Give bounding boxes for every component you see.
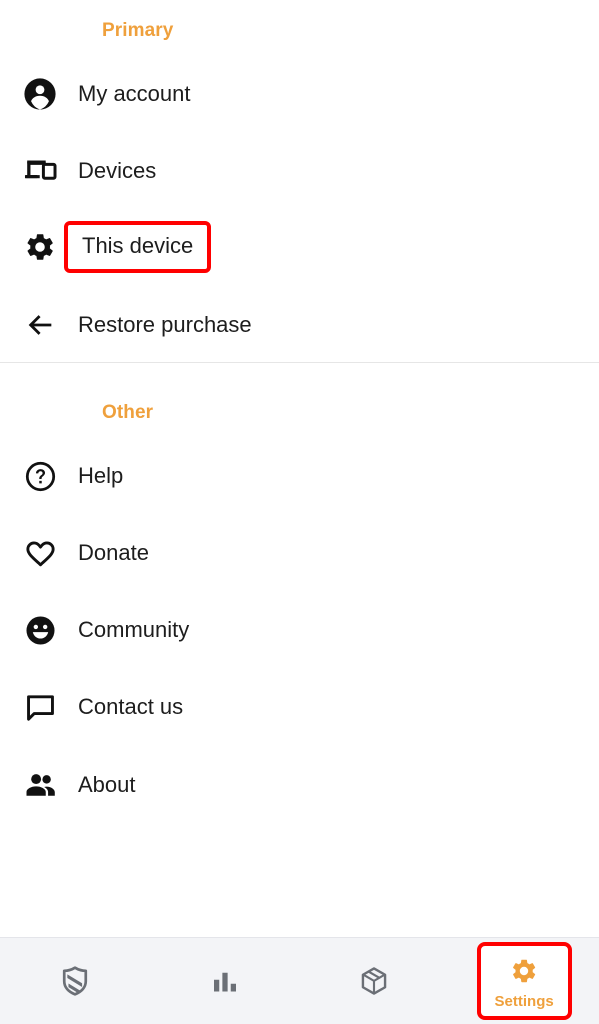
gear-icon (18, 225, 62, 269)
section-header-primary: Primary (102, 20, 174, 41)
nav-tab-label: Settings (494, 993, 554, 1010)
menu-item-restore-purchase[interactable]: Restore purchase (0, 299, 599, 351)
account-circle-icon (18, 72, 62, 116)
nav-tab-statistics[interactable] (150, 938, 300, 1024)
menu-item-label: About (78, 772, 136, 797)
nav-tab-settings[interactable]: Settings (449, 938, 599, 1024)
app-screen: Primary My account Devices This device R… (0, 0, 599, 1024)
heart-icon (18, 531, 62, 575)
menu-item-help[interactable]: Help (0, 450, 599, 502)
smiley-face-icon (18, 608, 62, 652)
menu-item-my-account[interactable]: My account (0, 68, 599, 120)
nav-tab-apps[interactable] (300, 938, 450, 1024)
menu-item-label: Help (78, 463, 124, 488)
menu-item-label: This device (64, 221, 212, 273)
devices-icon (18, 149, 62, 193)
section-divider (0, 362, 599, 363)
help-circle-icon (18, 454, 62, 498)
menu-item-label: My account (78, 81, 191, 106)
menu-item-about[interactable]: About (0, 759, 599, 811)
bar-chart-icon (210, 962, 240, 1000)
menu-item-donate[interactable]: Donate (0, 527, 599, 579)
menu-item-label: Donate (78, 540, 149, 565)
menu-item-label: Community (78, 617, 190, 642)
nav-tab-protection[interactable] (0, 938, 150, 1024)
menu-item-this-device[interactable]: This device (0, 221, 599, 273)
menu-item-label: Restore purchase (78, 312, 252, 337)
settings-menu-list: Primary My account Devices This device R… (0, 0, 599, 937)
arrow-left-icon (18, 303, 62, 347)
menu-item-devices[interactable]: Devices (0, 145, 599, 197)
gear-icon (510, 952, 538, 990)
section-header-other: Other (102, 402, 154, 423)
menu-item-community[interactable]: Community (0, 604, 599, 656)
bottom-navigation-bar: Settings (0, 937, 599, 1024)
shield-icon (58, 962, 92, 1000)
speech-bubble-icon (18, 685, 62, 729)
menu-item-label: Contact us (78, 694, 184, 719)
menu-item-contact-us[interactable]: Contact us (0, 681, 599, 733)
menu-item-label: Devices (78, 158, 157, 183)
package-box-icon (358, 962, 390, 1000)
people-group-icon (18, 763, 62, 807)
